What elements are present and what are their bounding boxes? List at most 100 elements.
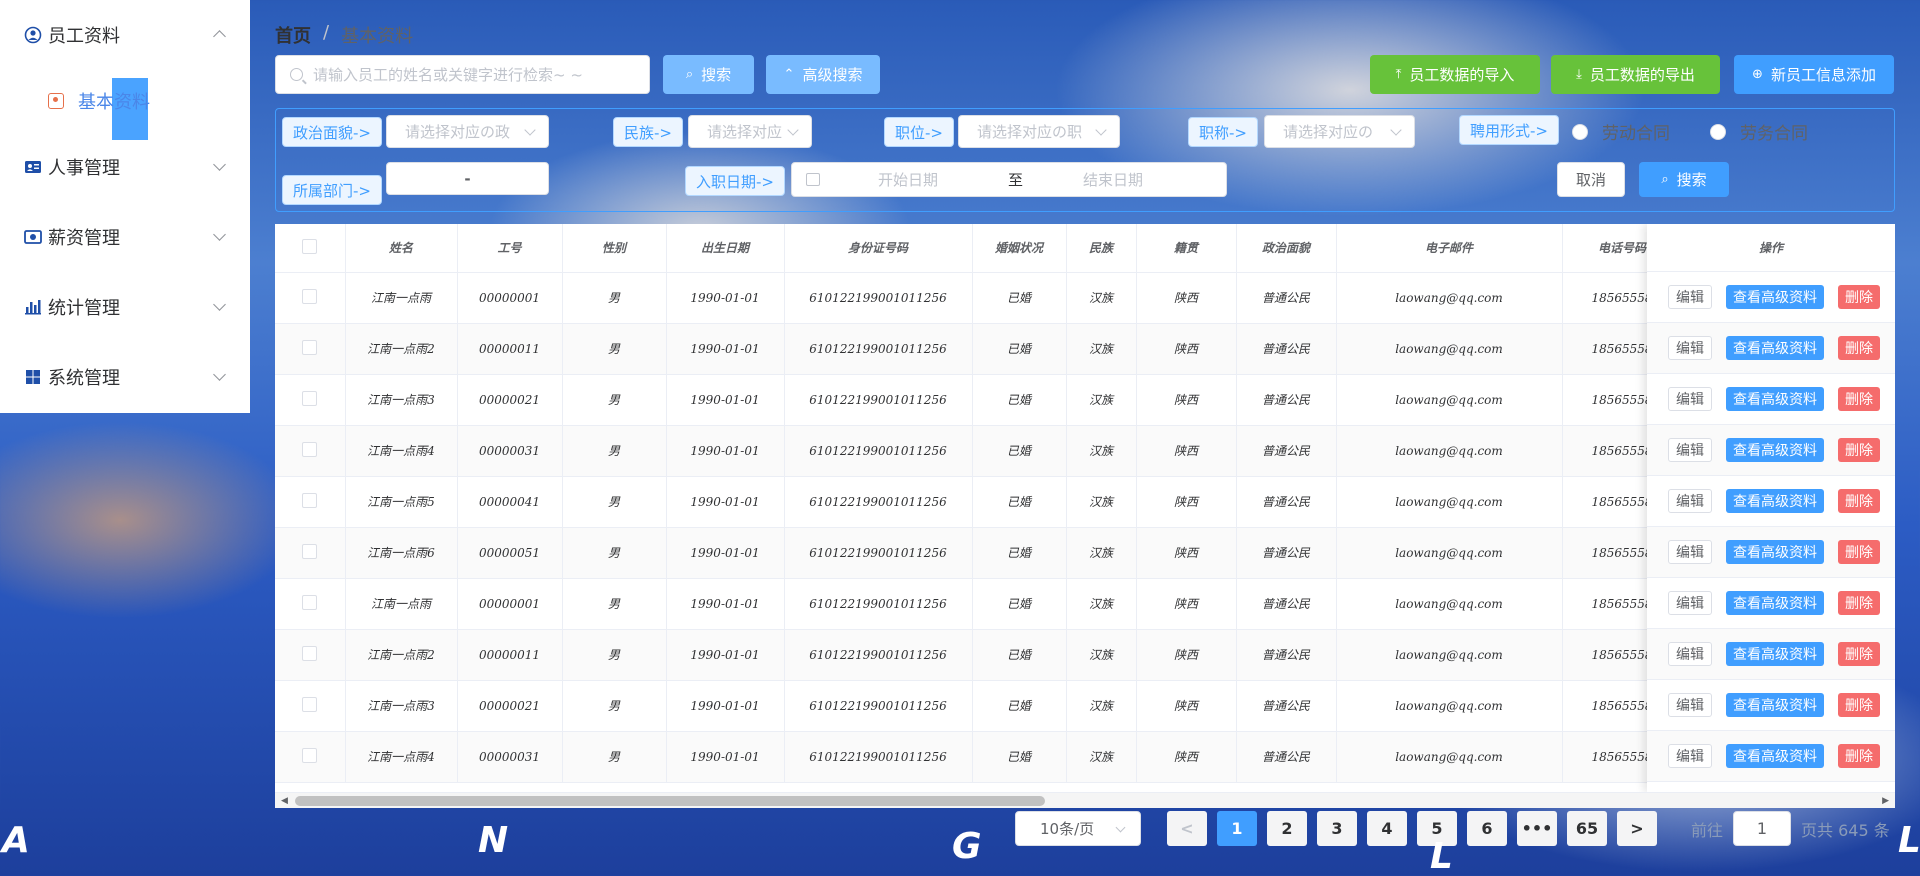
view-advanced-button[interactable]: 查看高级资料 bbox=[1726, 387, 1824, 411]
row-select-cell bbox=[275, 476, 346, 528]
prev-page-button[interactable]: < bbox=[1167, 811, 1207, 846]
join-date-range[interactable]: 开始日期 至 结束日期 bbox=[791, 162, 1227, 197]
menu-system[interactable]: 系统管理 bbox=[0, 342, 250, 412]
page-button[interactable]: 2 bbox=[1267, 811, 1307, 846]
scroll-left-arrow-icon[interactable]: ◀ bbox=[281, 796, 288, 806]
menu-personnel[interactable]: 人事管理 bbox=[0, 132, 250, 202]
edit-button[interactable]: 编辑 bbox=[1668, 489, 1712, 513]
row-checkbox[interactable] bbox=[302, 492, 318, 508]
table-cell: 1990-01-01 bbox=[666, 527, 785, 579]
table-cell: 1990-01-01 bbox=[666, 476, 785, 528]
table-cell: 男 bbox=[562, 323, 667, 375]
delete-button[interactable]: 删除 bbox=[1838, 387, 1880, 411]
view-advanced-button[interactable]: 查看高级资料 bbox=[1726, 489, 1824, 513]
edit-button[interactable]: 编辑 bbox=[1668, 693, 1712, 717]
more-pages-button[interactable]: ••• bbox=[1517, 811, 1557, 846]
breadcrumb-current: 基本资料 bbox=[341, 26, 414, 47]
row-checkbox[interactable] bbox=[302, 339, 318, 355]
title-select[interactable]: 请选择对应の bbox=[1264, 115, 1415, 148]
advanced-search-submit-button[interactable]: ⌕ 搜索 bbox=[1639, 162, 1729, 197]
edit-button[interactable]: 编辑 bbox=[1668, 387, 1712, 411]
import-button[interactable]: ⤒ 员工数据的导入 bbox=[1370, 55, 1540, 94]
row-checkbox[interactable] bbox=[302, 543, 318, 559]
view-advanced-button[interactable]: 查看高级资料 bbox=[1726, 438, 1824, 462]
view-advanced-button[interactable]: 查看高级资料 bbox=[1726, 744, 1824, 768]
row-select-cell bbox=[275, 425, 346, 477]
view-advanced-button[interactable]: 查看高级资料 bbox=[1726, 693, 1824, 717]
delete-button[interactable]: 删除 bbox=[1838, 438, 1880, 462]
horizontal-scrollbar[interactable]: ◀ ▶ bbox=[275, 792, 1895, 808]
hire-radio-labor[interactable]: 劳动合同 bbox=[1572, 119, 1670, 144]
delete-button[interactable]: 删除 bbox=[1838, 336, 1880, 360]
hire-radio-service[interactable]: 劳务合同 bbox=[1710, 119, 1808, 144]
view-advanced-button[interactable]: 查看高级资料 bbox=[1726, 336, 1824, 360]
advanced-search-button[interactable]: ⌃ 高级搜索 bbox=[766, 55, 880, 94]
menu-label: 人事管理 bbox=[48, 158, 120, 179]
menu-statistics[interactable]: 统计管理 bbox=[0, 272, 250, 342]
table-cell: 江南一点雨2 bbox=[345, 629, 458, 681]
row-select-cell bbox=[275, 323, 346, 375]
breadcrumb-home[interactable]: 首页 bbox=[275, 22, 311, 48]
row-checkbox[interactable] bbox=[302, 390, 318, 406]
menu-employee-info[interactable]: 员工资料 bbox=[0, 0, 250, 70]
view-advanced-button[interactable]: 查看高级资料 bbox=[1726, 642, 1824, 666]
row-checkbox[interactable] bbox=[302, 441, 318, 457]
politics-select[interactable]: 请选择对应の政 bbox=[386, 115, 549, 148]
export-button[interactable]: ⤓ 员工数据的导出 bbox=[1551, 55, 1720, 94]
nation-select[interactable]: 请选择对应 bbox=[688, 115, 812, 148]
radio-circle bbox=[1710, 123, 1726, 140]
page-button[interactable]: 1 bbox=[1217, 811, 1257, 846]
position-select[interactable]: 请选择对应の职 bbox=[958, 115, 1120, 148]
row-checkbox[interactable] bbox=[302, 747, 318, 763]
table-cell: laowang@qq.com bbox=[1336, 374, 1563, 426]
page-button[interactable]: 3 bbox=[1317, 811, 1357, 846]
page-button[interactable]: 65 bbox=[1567, 811, 1607, 846]
table-cell: 普通公民 bbox=[1236, 578, 1337, 630]
edit-button[interactable]: 编辑 bbox=[1668, 438, 1712, 462]
table-cell: 男 bbox=[562, 374, 667, 426]
scrollbar-thumb[interactable] bbox=[295, 796, 1045, 806]
next-page-button[interactable]: > bbox=[1617, 811, 1657, 846]
row-checkbox[interactable] bbox=[302, 696, 318, 712]
row-checkbox[interactable] bbox=[302, 594, 318, 610]
page-size-select[interactable]: 10条/页 bbox=[1015, 811, 1141, 846]
select-all-checkbox[interactable] bbox=[302, 238, 318, 254]
table-cell: 江南一点雨 bbox=[345, 578, 458, 630]
table-cell: 汉族 bbox=[1066, 374, 1137, 426]
delete-button[interactable]: 删除 bbox=[1838, 540, 1880, 564]
delete-button[interactable]: 删除 bbox=[1838, 693, 1880, 717]
page-button[interactable]: 6 bbox=[1467, 811, 1507, 846]
view-advanced-button[interactable]: 查看高级资料 bbox=[1726, 591, 1824, 615]
column-header: 性别 bbox=[562, 224, 667, 273]
search-input[interactable]: 请输入员工的姓名或关键字进行检索~ ~ bbox=[275, 55, 650, 94]
chevron-down-icon bbox=[787, 124, 799, 136]
department-select[interactable]: - bbox=[386, 162, 549, 195]
delete-button[interactable]: 删除 bbox=[1838, 744, 1880, 768]
search-button[interactable]: ⌕ 搜索 bbox=[663, 55, 754, 94]
edit-button[interactable]: 编辑 bbox=[1668, 540, 1712, 564]
column-header: 政治面貌 bbox=[1236, 224, 1337, 273]
end-date-placeholder[interactable]: 结束日期 bbox=[1083, 169, 1143, 190]
delete-button[interactable]: 删除 bbox=[1838, 642, 1880, 666]
edit-button[interactable]: 编辑 bbox=[1668, 336, 1712, 360]
goto-page-input[interactable]: 1 bbox=[1733, 811, 1792, 846]
delete-button[interactable]: 删除 bbox=[1838, 591, 1880, 615]
delete-button[interactable]: 删除 bbox=[1838, 489, 1880, 513]
scroll-right-arrow-icon[interactable]: ▶ bbox=[1882, 796, 1889, 806]
menu-salary[interactable]: 薪资管理 bbox=[0, 202, 250, 272]
total-label: 页共 645 条 bbox=[1801, 820, 1890, 840]
page-button[interactable]: 4 bbox=[1367, 811, 1407, 846]
row-checkbox[interactable] bbox=[302, 645, 318, 661]
edit-button[interactable]: 编辑 bbox=[1668, 642, 1712, 666]
view-advanced-button[interactable]: 查看高级资料 bbox=[1726, 285, 1824, 309]
cancel-button[interactable]: 取消 bbox=[1557, 162, 1625, 197]
delete-button[interactable]: 删除 bbox=[1838, 285, 1880, 309]
add-employee-button[interactable]: ⊕ 新员工信息添加 bbox=[1734, 55, 1894, 94]
start-date-placeholder[interactable]: 开始日期 bbox=[878, 169, 938, 190]
view-advanced-button[interactable]: 查看高级资料 bbox=[1726, 540, 1824, 564]
edit-button[interactable]: 编辑 bbox=[1668, 744, 1712, 768]
row-checkbox[interactable] bbox=[302, 288, 318, 304]
edit-button[interactable]: 编辑 bbox=[1668, 285, 1712, 309]
submenu-basic-info[interactable]: 基本资料 bbox=[0, 70, 250, 140]
edit-button[interactable]: 编辑 bbox=[1668, 591, 1712, 615]
